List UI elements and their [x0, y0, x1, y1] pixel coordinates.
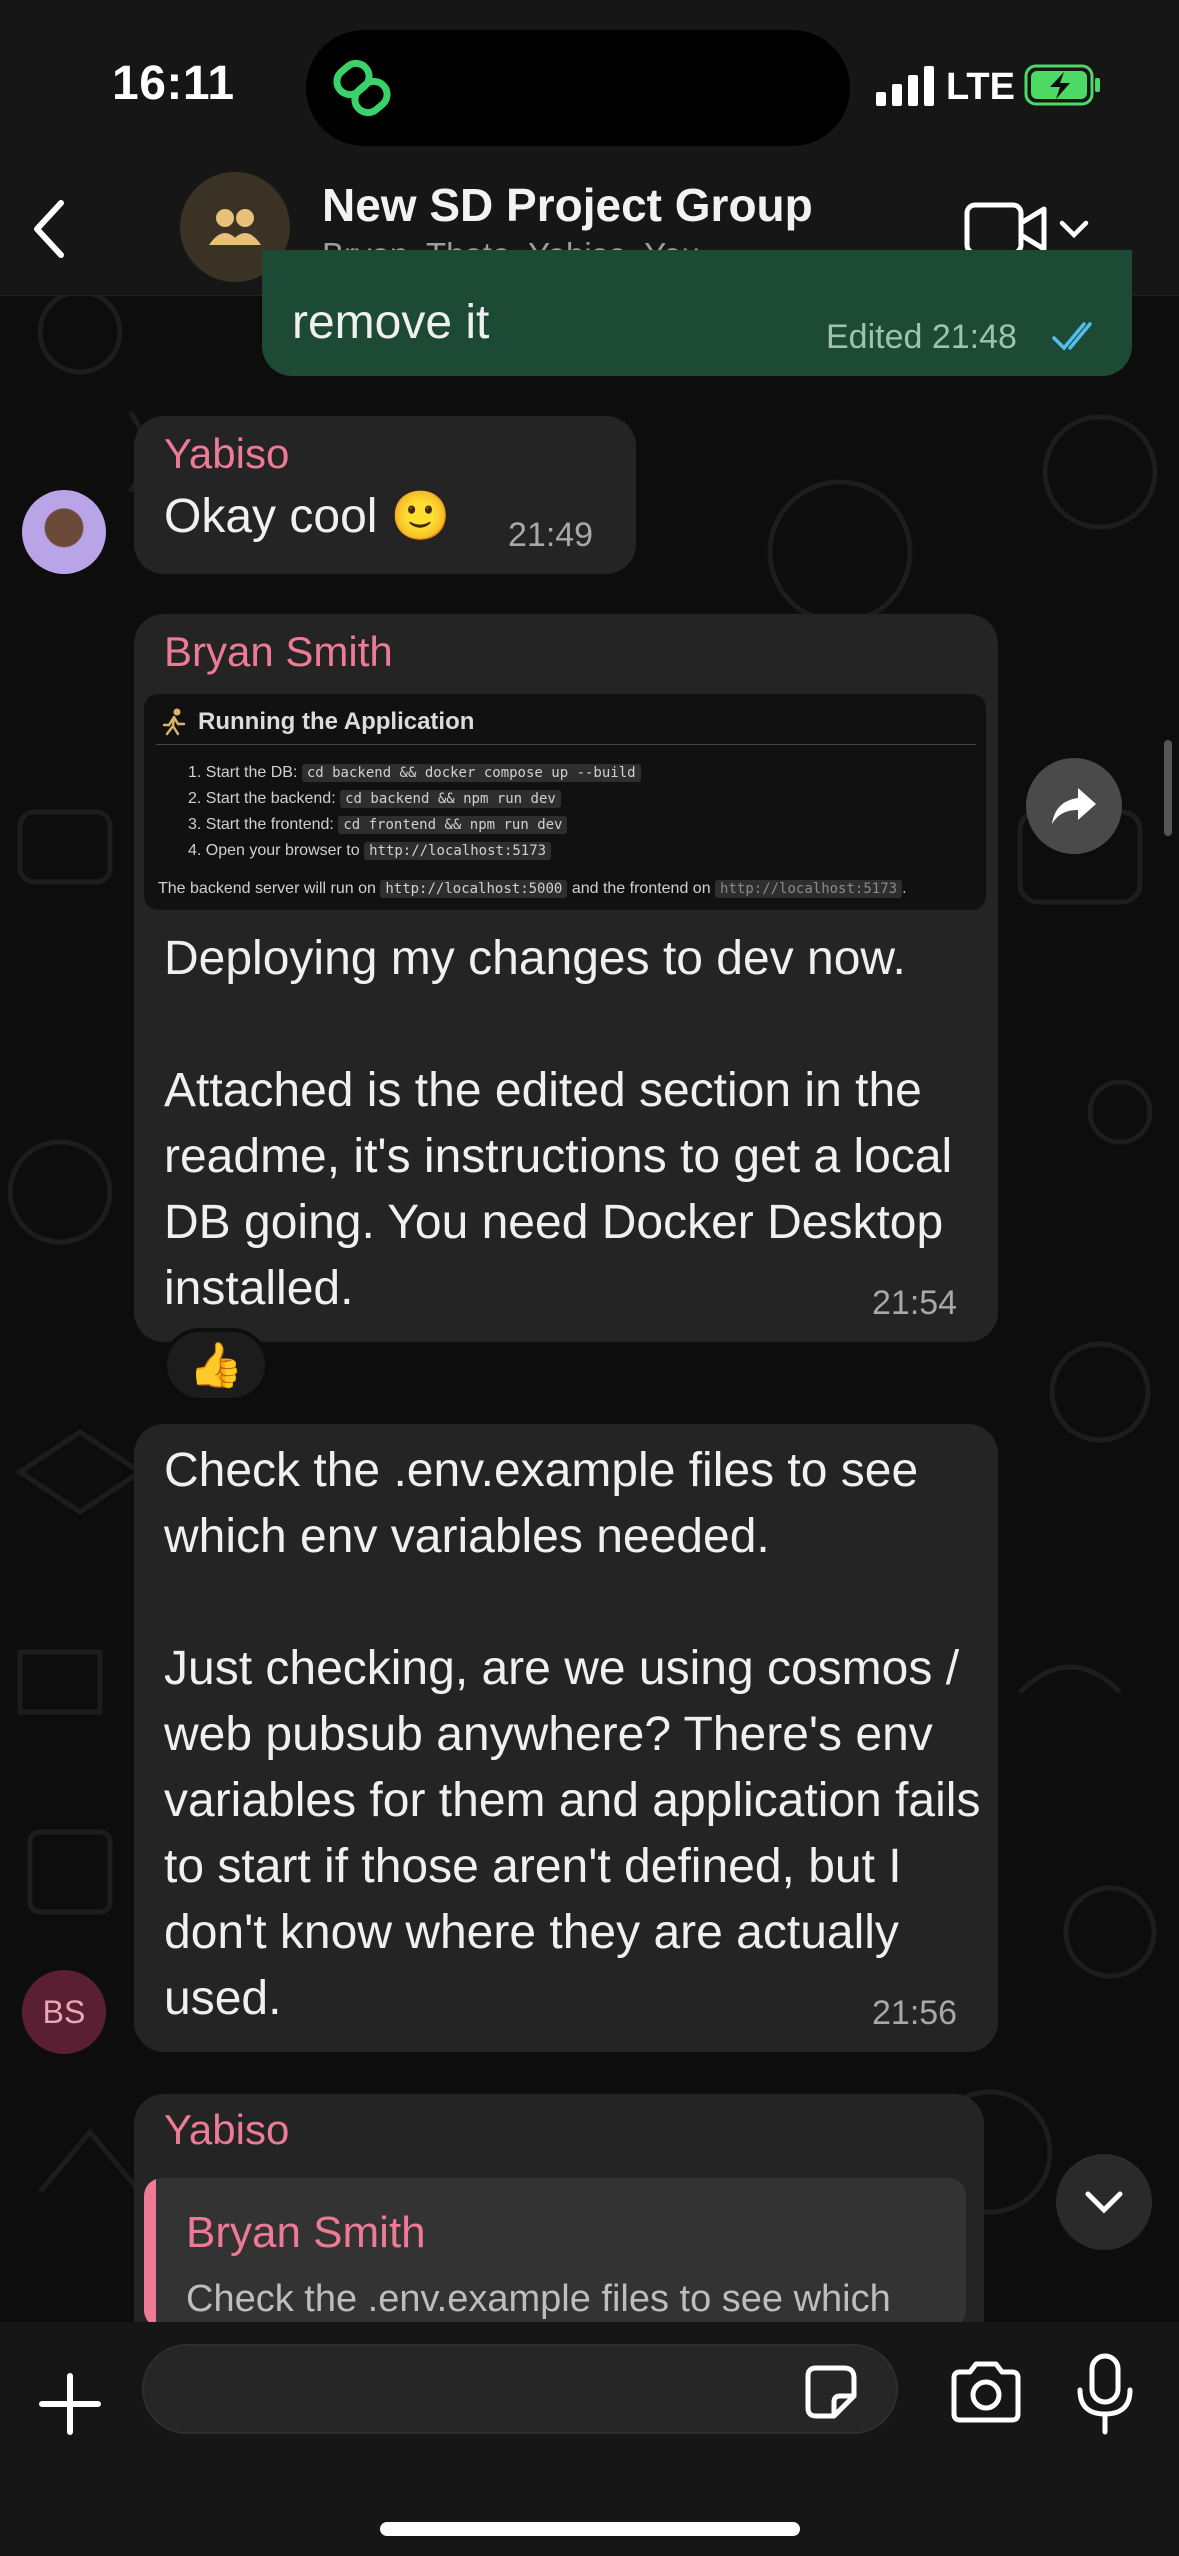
status-time: 16:11: [112, 57, 235, 110]
battery-charging-icon: [1024, 64, 1100, 106]
avatar-yabiso[interactable]: [22, 490, 106, 574]
plus-icon: [39, 2373, 101, 2435]
attach-button[interactable]: [32, 2366, 108, 2442]
back-chevron-icon: [34, 200, 64, 258]
step-code: cd frontend && npm run dev: [338, 816, 568, 834]
group-title[interactable]: New SD Project Group: [322, 178, 813, 232]
avatar-initials: BS: [42, 1993, 86, 2030]
attachment-note: The backend server will run on http://lo…: [158, 880, 907, 898]
note-text: .: [902, 880, 907, 897]
note-text: The backend server will run on: [158, 880, 376, 897]
message-outgoing[interactable]: remove it Edited 21:48: [262, 250, 1132, 376]
message-timestamp: 21:56: [872, 1994, 958, 2032]
message-incoming[interactable]: Yabiso Bryan Smith Check the .env.exampl…: [134, 2094, 984, 2328]
image-attachment[interactable]: Running the Application 1. Start the DB:…: [144, 694, 986, 910]
scroll-to-bottom-button[interactable]: [1056, 2154, 1152, 2250]
message-text: Deploying my changes to dev now. Attache…: [164, 932, 953, 1315]
sticker-icon[interactable]: [800, 2362, 860, 2422]
video-call-icon: [964, 202, 1047, 256]
signal-icon: [876, 66, 934, 106]
message-timestamp: 21:54: [872, 1284, 958, 1322]
message-sender: Bryan Smith: [164, 628, 393, 675]
back-button[interactable]: [14, 194, 84, 264]
attachment-step: 3. Start the frontend: cd frontend && np…: [188, 816, 568, 834]
step-label: 4. Open your browser to: [188, 842, 360, 859]
attachment-step: 1. Start the DB: cd backend && docker co…: [188, 764, 641, 782]
forward-button[interactable]: [1026, 758, 1122, 854]
attachment-step: 2. Start the backend: cd backend && npm …: [188, 790, 561, 808]
step-label: 1. Start the DB:: [188, 764, 298, 781]
quote-text: Check the .env.example files to see whic…: [186, 2278, 891, 2320]
chevron-down-icon: [1059, 220, 1089, 239]
status-bar: 16:11 LTE: [0, 0, 1179, 170]
note-code: http://localhost:5173: [715, 880, 903, 898]
reaction-badge[interactable]: 👍: [163, 1328, 269, 1402]
chat-screen: 16:11 LTE New SD Project Group remove it…: [0, 0, 1179, 2556]
quote-sender: Bryan Smith: [186, 2208, 426, 2257]
message-sender: Yabiso: [164, 2106, 290, 2153]
group-icon: [209, 209, 261, 245]
dynamic-island: [306, 30, 850, 146]
message-incoming[interactable]: Yabiso Okay cool 🙂 21:49: [134, 416, 636, 574]
scroll-indicator[interactable]: [1164, 740, 1172, 836]
running-icon: [162, 708, 186, 736]
message-timestamp: Edited 21:48: [826, 318, 1017, 356]
message-text: remove it: [292, 296, 490, 349]
camera-icon[interactable]: [948, 2360, 1024, 2424]
double-check-icon: [1052, 322, 1092, 351]
step-code: cd backend && npm run dev: [340, 790, 561, 808]
chevron-down-icon: [1085, 2191, 1123, 2214]
step-code: cd backend && docker compose up --build: [301, 764, 641, 782]
step-label: 2. Start the backend:: [188, 790, 336, 807]
attachment-title: Running the Application: [198, 708, 475, 735]
forward-icon: [1052, 788, 1096, 824]
step-label: 3. Start the frontend:: [188, 816, 334, 833]
attachment-step: 4. Open your browser to http://localhost…: [188, 842, 552, 860]
message-input[interactable]: [142, 2344, 898, 2434]
link-activity-icon: [333, 59, 391, 117]
message-composer: [0, 2322, 1179, 2556]
message-text: Check the .env.example files to see whic…: [164, 1444, 981, 2025]
message-sender: Yabiso: [164, 430, 290, 477]
quoted-message[interactable]: Bryan Smith Check the .env.example files…: [144, 2178, 966, 2328]
message-text: Okay cool 🙂: [164, 490, 451, 543]
step-code: http://localhost:5173: [364, 842, 552, 860]
note-code: http://localhost:5000: [380, 880, 568, 898]
network-type: LTE: [946, 66, 1015, 108]
message-incoming[interactable]: Bryan Smith Running the Application 1. S…: [134, 614, 998, 1342]
quote-bar: [144, 2178, 156, 2328]
note-text: and the frontend on: [571, 880, 711, 897]
microphone-icon[interactable]: [1070, 2352, 1140, 2436]
attachment-divider: [156, 744, 976, 745]
message-incoming[interactable]: Check the .env.example files to see whic…: [134, 1424, 998, 2052]
home-indicator: [380, 2522, 800, 2536]
avatar-bryan-smith[interactable]: BS: [22, 1970, 106, 2054]
message-timestamp: 21:49: [508, 516, 594, 554]
